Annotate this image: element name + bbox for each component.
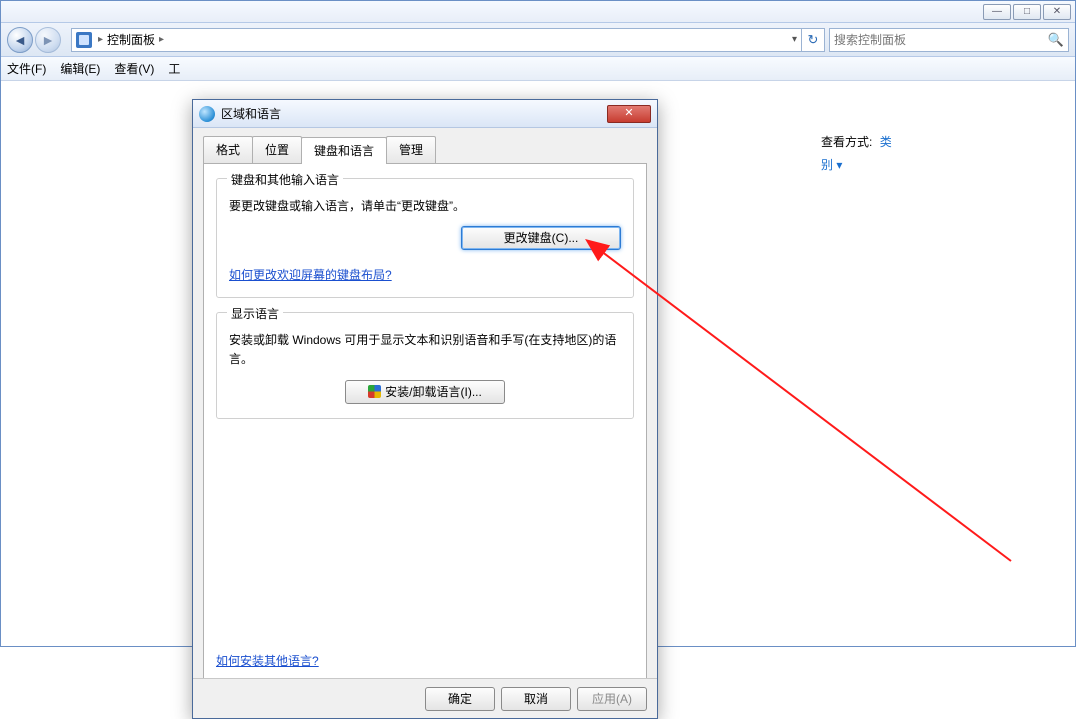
tab-pane: 键盘和其他输入语言 要更改键盘或输入语言，请单击“更改键盘”。 更改键盘(C).…	[203, 164, 647, 684]
globe-icon	[199, 106, 215, 122]
menu-bar: 文件(F) 编辑(E) 查看(V) 工	[1, 57, 1075, 81]
viewmode-label: 查看方式:	[821, 135, 872, 149]
window-titlebar: — □ ✕	[1, 1, 1075, 23]
minimize-button[interactable]: —	[983, 4, 1011, 20]
display-language-group: 显示语言 安装或卸载 Windows 可用于显示文本和识别语音和手写(在支持地区…	[216, 312, 634, 418]
tab-admin[interactable]: 管理	[386, 136, 436, 163]
search-icon: 🔍	[1048, 32, 1064, 48]
keyboard-group: 键盘和其他输入语言 要更改键盘或输入语言，请单击“更改键盘”。 更改键盘(C).…	[216, 178, 634, 298]
dialog-button-row: 确定 取消 应用(A)	[193, 678, 657, 718]
button-label: 安装/卸载语言(I)...	[385, 385, 482, 399]
breadcrumb-sep: ▸	[98, 34, 103, 45]
search-placeholder: 搜索控制面板	[834, 31, 906, 48]
control-panel-icon	[76, 32, 92, 48]
tab-strip: 格式 位置 键盘和语言 管理	[203, 136, 647, 164]
tab-format[interactable]: 格式	[203, 136, 253, 163]
breadcrumb-sep: ▸	[159, 34, 164, 45]
shield-icon	[368, 385, 381, 398]
group-text: 要更改键盘或输入语言，请单击“更改键盘”。	[229, 197, 621, 216]
forward-button[interactable]: ►	[35, 27, 61, 53]
search-input[interactable]: 搜索控制面板 🔍	[829, 28, 1069, 52]
tab-keyboards-languages[interactable]: 键盘和语言	[301, 137, 387, 164]
viewmode: 查看方式: 类别 ▾	[821, 131, 901, 177]
menu-view[interactable]: 查看(V)	[114, 60, 154, 77]
maximize-button[interactable]: □	[1013, 4, 1041, 20]
dialog-titlebar: 区域和语言 ✕	[193, 100, 657, 128]
menu-edit[interactable]: 编辑(E)	[60, 60, 100, 77]
menu-tool[interactable]: 工	[168, 60, 180, 77]
group-text: 安装或卸载 Windows 可用于显示文本和识别语音和手写(在支持地区)的语言。	[229, 331, 621, 369]
close-button[interactable]: ✕	[1043, 4, 1071, 20]
address-navbar: ◄ ► ▸ 控制面板 ▸ ▾ ↻ 搜索控制面板 🔍	[1, 23, 1075, 57]
refresh-button[interactable]: ↻	[801, 28, 825, 52]
tab-location[interactable]: 位置	[252, 136, 302, 163]
region-language-dialog: 区域和语言 ✕ 格式 位置 键盘和语言 管理 键盘和其他输入语言 要更改键盘或输…	[192, 99, 658, 719]
cancel-button[interactable]: 取消	[501, 687, 571, 711]
apply-button[interactable]: 应用(A)	[577, 687, 647, 711]
dialog-close-button[interactable]: ✕	[607, 105, 651, 123]
back-button[interactable]: ◄	[7, 27, 33, 53]
ok-button[interactable]: 确定	[425, 687, 495, 711]
dialog-title: 区域和语言	[221, 105, 607, 122]
breadcrumb-item[interactable]: 控制面板	[107, 31, 155, 48]
group-legend: 显示语言	[227, 305, 283, 322]
group-legend: 键盘和其他输入语言	[227, 171, 343, 188]
address-bar[interactable]: ▸ 控制面板 ▸ ▾	[71, 28, 802, 52]
dropdown-icon[interactable]: ▾	[792, 34, 797, 45]
menu-file[interactable]: 文件(F)	[7, 60, 46, 77]
install-other-languages-link[interactable]: 如何安装其他语言?	[216, 654, 319, 668]
welcome-layout-link[interactable]: 如何更改欢迎屏幕的键盘布局?	[229, 268, 392, 282]
change-keyboards-button[interactable]: 更改键盘(C)...	[461, 226, 621, 250]
install-uninstall-languages-button[interactable]: 安装/卸载语言(I)...	[345, 380, 505, 404]
